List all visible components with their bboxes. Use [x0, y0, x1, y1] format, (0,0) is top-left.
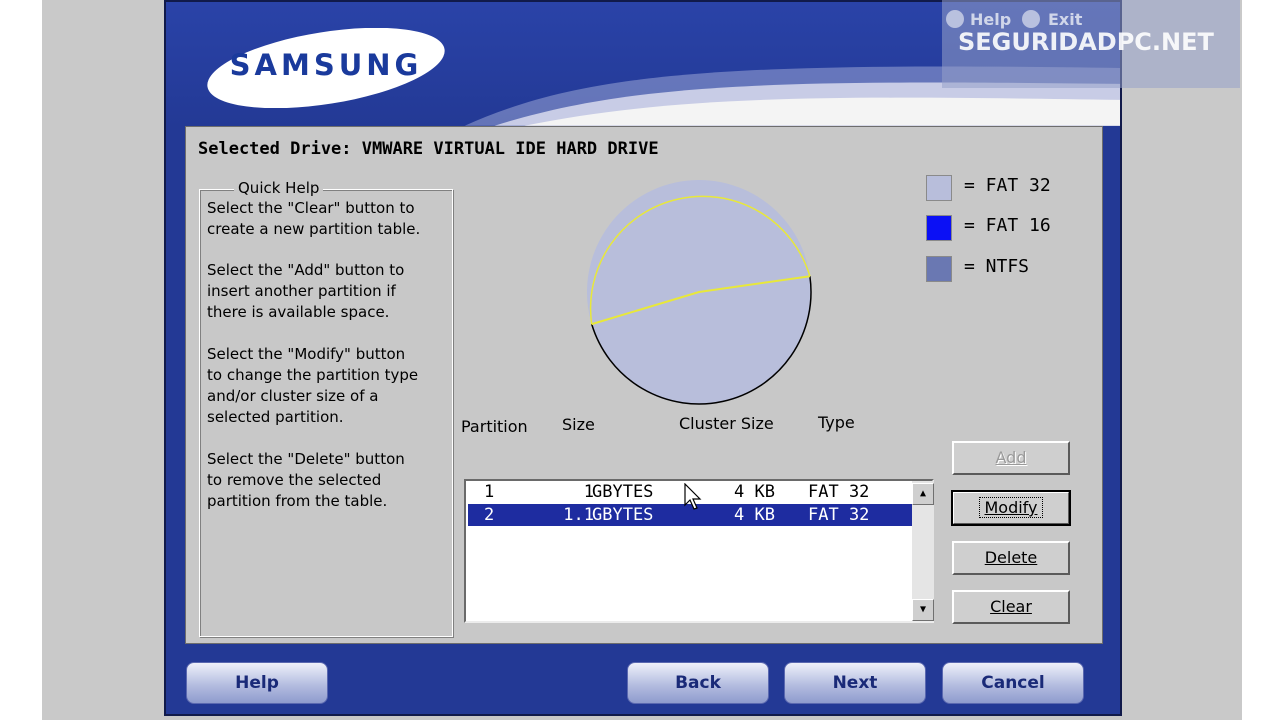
help-text-delete: Select the "Delete" button to remove the…: [207, 450, 405, 510]
quick-help-title: Quick Help: [234, 179, 324, 197]
background-gray-right: [1122, 0, 1242, 720]
legend-label-fat32: = FAT 32: [964, 175, 1051, 196]
help-text-modify: Select the "Modify" button to change the…: [207, 345, 419, 426]
app-window: SAMSUNG Selected Drive: VMWARE VIRTUAL I…: [164, 0, 1122, 716]
add-button[interactable]: Add: [952, 441, 1070, 475]
legend-label-ntfs: = NTFS: [964, 256, 1030, 277]
partition-size: 1: [583, 482, 594, 502]
help-circle-icon: [946, 10, 964, 28]
partition-cluster-size: 4 KB: [734, 482, 775, 502]
legend-swatch-fat16: [926, 215, 952, 241]
clear-button[interactable]: Clear: [952, 590, 1070, 624]
content-panel: Selected Drive: VMWARE VIRTUAL IDE HARD …: [185, 126, 1103, 644]
watermark-exit-link[interactable]: Exit: [1048, 10, 1082, 29]
delete-button[interactable]: Delete: [952, 541, 1070, 575]
legend-swatch-fat32: [926, 175, 952, 201]
modify-button[interactable]: Modify: [951, 490, 1071, 526]
column-header-size: Size: [562, 415, 595, 434]
partition-pie-chart: [587, 180, 812, 405]
help-text-clear: Select the "Clear" button to create a ne…: [207, 199, 421, 238]
background-gray-left: [42, 0, 164, 720]
next-button[interactable]: Next: [784, 662, 926, 704]
partition-size-unit: GBYTES: [592, 505, 654, 525]
column-header-type: Type: [818, 413, 855, 432]
partition-cluster-size: 4 KB: [734, 505, 775, 525]
legend-swatch-ntfs: [926, 256, 952, 282]
watermark-text: SEGURIDADPC.NET: [958, 28, 1214, 56]
background-left: [0, 0, 42, 720]
back-button[interactable]: Back: [627, 662, 769, 704]
column-header-cluster-size: Cluster Size: [679, 414, 774, 433]
mouse-cursor-icon: [684, 483, 702, 510]
help-text-add: Select the "Add" button to insert anothe…: [207, 261, 405, 321]
scroll-down-icon[interactable]: ▼: [912, 599, 934, 621]
partition-size: 1.1: [563, 505, 594, 525]
legend-label-fat16: = FAT 16: [964, 215, 1051, 236]
partition-type: FAT 32: [808, 482, 870, 502]
partition-number: 2: [484, 505, 495, 525]
samsung-logo-text: SAMSUNG: [229, 48, 423, 82]
vertical-scrollbar[interactable]: ▲ ▼: [912, 481, 934, 621]
partition-type: FAT 32: [808, 505, 870, 525]
modify-button-label: Modify: [979, 497, 1043, 518]
exit-circle-icon: [1022, 10, 1040, 28]
quick-help-box: Quick Help Select the "Clear" button to …: [199, 179, 453, 637]
background-right: [1242, 0, 1280, 720]
help-button[interactable]: Help: [186, 662, 328, 704]
partition-size-unit: GBYTES: [592, 482, 654, 502]
partition-number: 1: [484, 482, 495, 502]
column-header-partition: Partition: [461, 417, 528, 436]
selected-drive-label: Selected Drive: VMWARE VIRTUAL IDE HARD …: [198, 139, 659, 159]
watermark-help-link[interactable]: Help: [970, 10, 1011, 29]
cancel-button[interactable]: Cancel: [942, 662, 1084, 704]
scroll-up-icon[interactable]: ▲: [912, 483, 934, 505]
